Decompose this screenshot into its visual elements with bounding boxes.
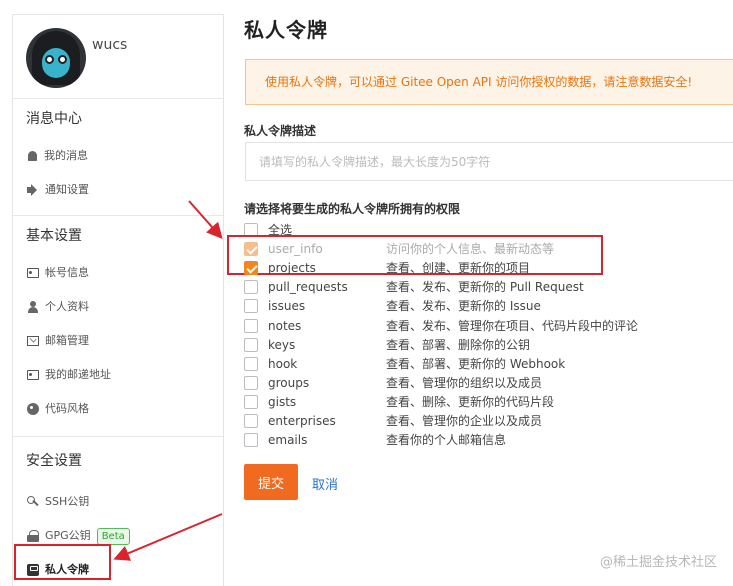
annotation-arrows [113, 200, 223, 561]
arrow-to-permissions [188, 200, 223, 239]
arrow-to-token-item [113, 513, 223, 561]
